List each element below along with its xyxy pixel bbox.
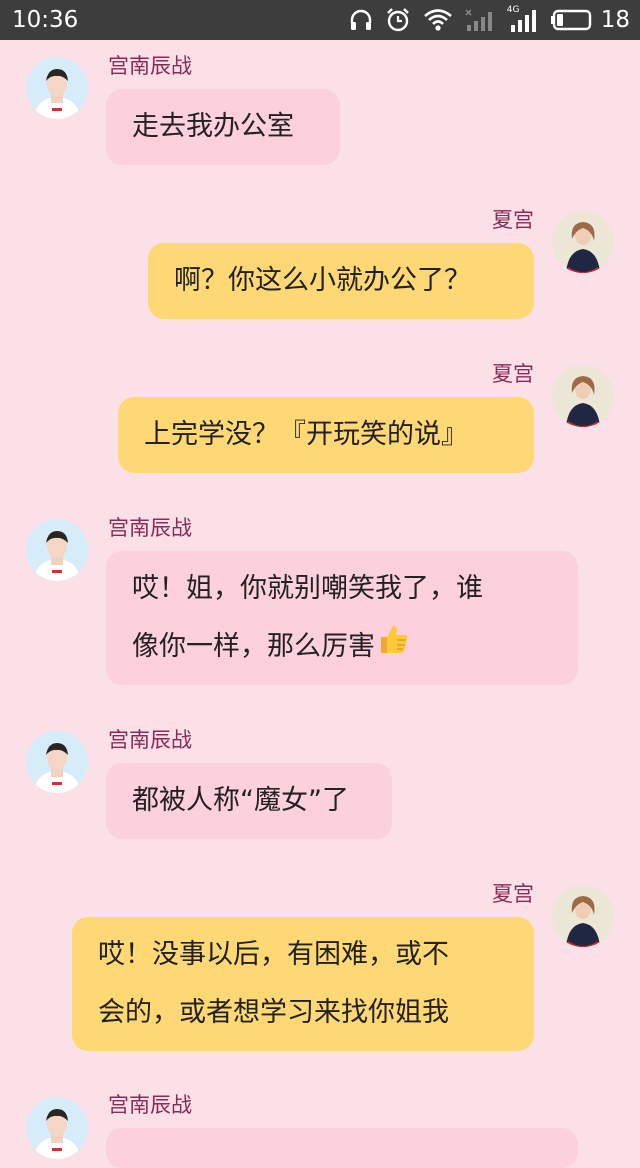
message-bubble[interactable]: 哎！没事以后，有困难，或不 会的，或者想学习来找你姐我 <box>72 917 534 1051</box>
message-bubble[interactable]: 都被人称“魔女”了 <box>106 763 392 839</box>
headphones-icon <box>349 8 373 32</box>
avatar-left[interactable] <box>26 57 88 119</box>
avatar-left[interactable] <box>26 519 88 581</box>
sender-name: 宫南辰战 <box>108 516 192 540</box>
sender-name: 夏宫 <box>492 362 534 386</box>
message-text-line: 哎！没事以后，有困难，或不 <box>98 939 449 970</box>
battery-level: 18 <box>600 7 630 33</box>
message-text-line-with-emoji: 像你一样，那么厉害 <box>132 618 552 677</box>
sender-name: 宫南辰战 <box>108 728 192 752</box>
message-bubble[interactable]: 走去我办公室 <box>106 89 340 165</box>
signal-icon-sim1 <box>465 8 495 32</box>
message-bubble[interactable]: 啊？你这么小就办公了？ <box>148 243 534 319</box>
avatar-right[interactable] <box>552 365 614 427</box>
avatar-left[interactable] <box>26 1097 88 1159</box>
message-text: 啊？你这么小就办公了？ <box>174 265 471 296</box>
message-text-line: 会的，或者想学习来找你姐我 <box>98 997 449 1028</box>
message-text: 都被人称“魔女”了 <box>132 785 349 816</box>
message-bubble[interactable]: 上完学没？『开玩笑的说』 <box>118 397 534 473</box>
thumbs-up-icon <box>377 619 411 677</box>
sender-name: 夏宫 <box>492 882 534 906</box>
sender-name: 夏宫 <box>492 208 534 232</box>
message-text-line: 哎！姐，你就别嘲笑我了，谁 <box>132 573 483 604</box>
avatar-right[interactable] <box>552 211 614 273</box>
message-bubble-partial[interactable] <box>106 1128 578 1168</box>
battery-icon <box>550 9 593 31</box>
avatar-right[interactable] <box>552 885 614 947</box>
status-time: 10:36 <box>12 7 79 33</box>
message-text: 走去我办公室 <box>132 111 294 142</box>
chat-area[interactable]: 宫南辰战 走去我办公室 夏宫 啊？你这么小就办公了？ 夏宫 上完学没？『开玩笑的… <box>0 40 640 1168</box>
signal-icon-sim2: 4G <box>506 5 539 33</box>
status-icons: 4G 18 <box>349 5 630 35</box>
alarm-icon <box>385 7 411 33</box>
message-text: 上完学没？『开玩笑的说』 <box>144 419 468 450</box>
sender-name: 宫南辰战 <box>108 1093 192 1117</box>
message-text-line: 像你一样，那么厉害 <box>132 631 375 662</box>
message-bubble[interactable]: 哎！姐，你就别嘲笑我了，谁 像你一样，那么厉害 <box>106 551 578 685</box>
wifi-icon <box>423 8 453 32</box>
network-label: 4G <box>506 5 520 15</box>
status-bar: 10:36 4G 18 <box>0 0 640 40</box>
sender-name: 宫南辰战 <box>108 54 192 78</box>
avatar-left[interactable] <box>26 731 88 793</box>
